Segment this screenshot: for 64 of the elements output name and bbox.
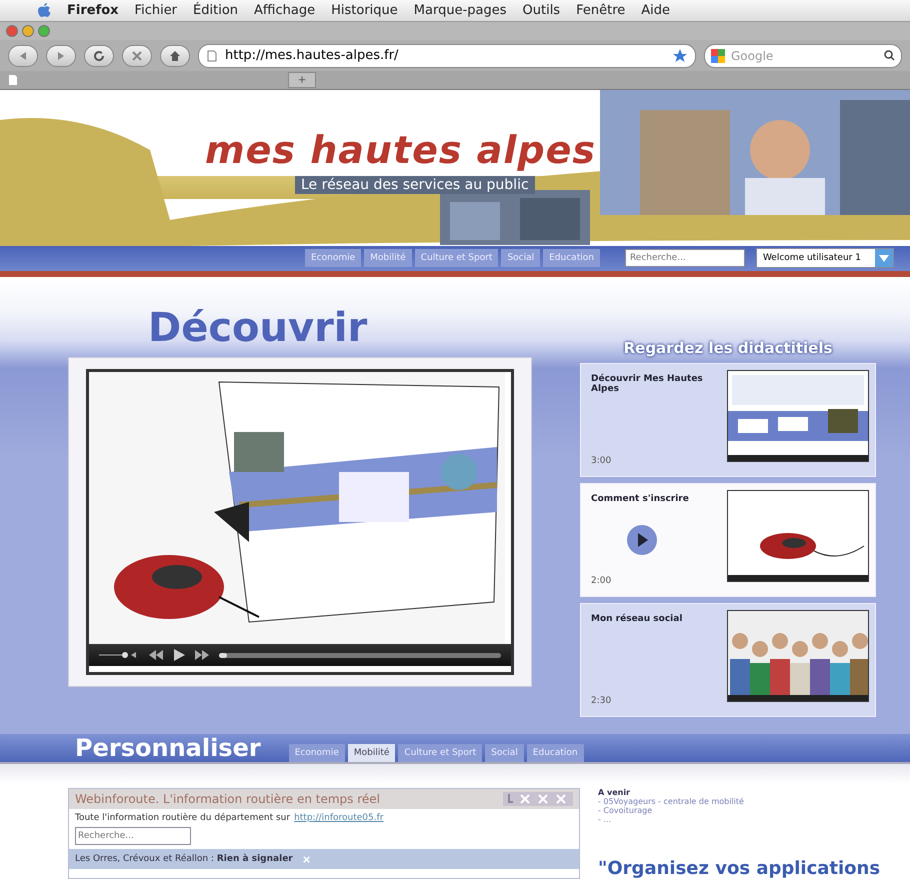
- menu-item[interactable]: Marque-pages: [414, 3, 507, 18]
- upcoming-item: - ...: [598, 815, 612, 824]
- apple-logo-icon[interactable]: [38, 3, 51, 18]
- widget-title: Webinforoute. L'information routière en temps réel: [75, 792, 381, 806]
- link[interactable]: http://inforoute05.fr: [294, 813, 384, 824]
- tutorial-card[interactable]: Découvrir Mes Hautes Alpes 3:00: [580, 363, 876, 478]
- home-button[interactable]: [160, 44, 190, 67]
- search-icon[interactable]: [884, 50, 895, 62]
- tutorial-title: Découvrir Mes Hautes Alpes: [591, 374, 704, 394]
- home-icon: [169, 50, 181, 62]
- play-icon[interactable]: [173, 649, 185, 662]
- menu-item[interactable]: Aide: [641, 3, 670, 18]
- tutorial-duration: 2:00: [591, 576, 612, 586]
- back-button[interactable]: [8, 44, 38, 67]
- menu-item[interactable]: Fenêtre: [576, 3, 626, 18]
- site-tagline: Le réseau des services au public: [295, 176, 535, 194]
- fast-forward-icon[interactable]: [195, 650, 209, 660]
- page-icon[interactable]: [8, 74, 18, 86]
- search-field[interactable]: Recherche...: [75, 827, 191, 846]
- window-control-icon[interactable]: [38, 25, 50, 38]
- widget-controls-icon[interactable]: [503, 791, 573, 808]
- forward-button[interactable]: [46, 44, 76, 67]
- progress-bar[interactable]: [219, 652, 501, 658]
- upcoming-item: - 05Voyageurs - centrale de mobilité: [598, 797, 745, 806]
- promo-heading: "Organisez vos applications: [598, 858, 880, 879]
- back-icon: [18, 50, 28, 61]
- stop-button[interactable]: [122, 44, 152, 67]
- new-tab-button[interactable]: +: [288, 72, 316, 88]
- close-icon: [132, 50, 142, 61]
- section-title: Personnaliser: [75, 734, 261, 762]
- user-dropdown[interactable]: Welcome utilisateur 1: [756, 248, 894, 268]
- widget-text: Toute l'information routière du département sur http://inforoute05.fr: [75, 813, 384, 824]
- tutorial-title: Comment s'inscrire: [591, 494, 690, 504]
- menu-item[interactable]: Firefox: [67, 3, 119, 18]
- menu-item[interactable]: Affichage: [254, 3, 316, 18]
- address-bar[interactable]: http://mes.hautes-alpes.fr/: [198, 44, 696, 68]
- tutorial-card[interactable]: Comment s'inscrire 2:00: [580, 483, 876, 598]
- caret-icon[interactable]: [874, 249, 893, 268]
- upcoming-item: - Covoiturage: [598, 806, 654, 816]
- window-control-icon[interactable]: [6, 25, 18, 38]
- menu-item[interactable]: Édition: [193, 3, 238, 18]
- site-logo[interactable]: mes hautes alpes: [205, 128, 596, 172]
- volume-icon[interactable]: [99, 650, 139, 660]
- tutorial-card[interactable]: Mon réseau social 2:30: [580, 603, 876, 718]
- forward-icon: [56, 50, 66, 61]
- menu-item[interactable]: Outils: [522, 3, 560, 18]
- section-title: Regardez les didactitiels: [622, 339, 834, 358]
- traffic-status: Les Orres, Crévoux et Réallon : Rien à signaler: [75, 854, 293, 864]
- window-control-icon[interactable]: [22, 25, 34, 38]
- play-icon[interactable]: [627, 525, 657, 556]
- category-tab[interactable]: Mobilité: [348, 744, 396, 762]
- menu-item[interactable]: Historique: [331, 3, 398, 18]
- upcoming-title: A venir: [598, 788, 631, 798]
- rewind-icon[interactable]: [149, 650, 163, 660]
- reload-button[interactable]: [84, 44, 114, 67]
- page-icon: [207, 50, 217, 62]
- tutorial-title: Mon réseau social: [591, 614, 684, 624]
- search-engine-icon[interactable]: [711, 48, 725, 63]
- menu-item[interactable]: Fichier: [134, 3, 178, 18]
- star-icon[interactable]: [673, 48, 687, 63]
- tutorial-duration: 2:30: [591, 696, 612, 706]
- tutorial-duration: 3:00: [591, 456, 612, 466]
- reload-icon: [93, 50, 105, 62]
- search-field[interactable]: Recherche...: [624, 249, 745, 268]
